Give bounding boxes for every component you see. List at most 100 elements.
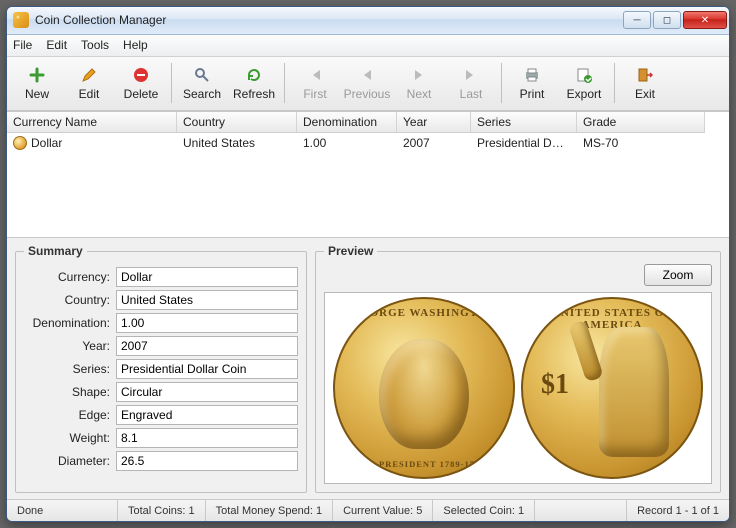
app-window: Coin Collection Manager ─ ◻ ✕ File Edit … <box>6 6 730 522</box>
cell-country: United States <box>177 133 297 153</box>
status-done: Done <box>7 500 117 521</box>
preview-panel: Preview Zoom GEORGE WASHINGTON 1st PRESI… <box>315 244 721 493</box>
zoom-button[interactable]: Zoom <box>644 264 712 286</box>
status-record: Record 1 - 1 of 1 <box>626 500 729 521</box>
status-total-coins: Total Coins: 1 <box>117 500 205 521</box>
menu-help[interactable]: Help <box>123 38 148 52</box>
menubar: File Edit Tools Help <box>7 35 729 57</box>
last-button[interactable]: Last <box>445 59 497 107</box>
next-button[interactable]: Next <box>393 59 445 107</box>
reverse-denomination: $1 <box>541 369 569 401</box>
col-country[interactable]: Country <box>177 112 297 133</box>
obverse-text-top: GEORGE WASHINGTON <box>335 307 513 319</box>
field-year[interactable] <box>116 336 298 356</box>
summary-legend: Summary <box>24 244 87 258</box>
delete-button[interactable]: Delete <box>115 59 167 107</box>
col-year[interactable]: Year <box>397 112 471 133</box>
menu-tools[interactable]: Tools <box>81 38 109 52</box>
exit-button[interactable]: Exit <box>619 59 671 107</box>
col-series[interactable]: Series <box>471 112 577 133</box>
label-year: Year: <box>24 339 116 353</box>
field-country[interactable] <box>116 290 298 310</box>
liberty-relief <box>599 327 669 457</box>
new-button[interactable]: New <box>11 59 63 107</box>
coin-reverse: UNITED STATES OF AMERICA $1 <box>521 297 703 479</box>
print-icon <box>522 65 542 85</box>
field-shape[interactable] <box>116 382 298 402</box>
field-denomination[interactable] <box>116 313 298 333</box>
summary-panel: Summary Currency: Country: Denomination:… <box>15 244 307 493</box>
label-currency: Currency: <box>24 270 116 284</box>
print-button[interactable]: Print <box>506 59 558 107</box>
menu-file[interactable]: File <box>13 38 32 52</box>
label-diameter: Diameter: <box>24 454 116 468</box>
statusbar: Done Total Coins: 1 Total Money Spend: 1… <box>7 499 729 521</box>
field-weight[interactable] <box>116 428 298 448</box>
grid-header: Currency Name Country Denomination Year … <box>7 112 729 133</box>
field-diameter[interactable] <box>116 451 298 471</box>
maximize-button[interactable]: ◻ <box>653 11 681 29</box>
previous-button[interactable]: Previous <box>341 59 393 107</box>
first-icon <box>305 65 325 85</box>
titlebar[interactable]: Coin Collection Manager ─ ◻ ✕ <box>7 7 729 35</box>
search-icon <box>192 65 212 85</box>
label-edge: Edge: <box>24 408 116 422</box>
export-button[interactable]: Export <box>558 59 610 107</box>
col-denomination[interactable]: Denomination <box>297 112 397 133</box>
delete-label: Delete <box>124 87 159 101</box>
col-grade[interactable]: Grade <box>577 112 705 133</box>
exit-label: Exit <box>635 87 655 101</box>
data-grid[interactable]: Currency Name Country Denomination Year … <box>7 111 729 238</box>
label-country: Country: <box>24 293 116 307</box>
label-shape: Shape: <box>24 385 116 399</box>
export-icon <box>574 65 594 85</box>
field-edge[interactable] <box>116 405 298 425</box>
cell-currency-name-text: Dollar <box>31 136 62 150</box>
next-label: Next <box>407 87 432 101</box>
coin-image-area: GEORGE WASHINGTON 1st PRESIDENT 1789-179… <box>324 292 712 484</box>
delete-icon <box>131 65 151 85</box>
print-label: Print <box>520 87 545 101</box>
toolbar-separator <box>501 63 502 103</box>
menu-edit[interactable]: Edit <box>46 38 67 52</box>
cell-year: 2007 <box>397 133 471 153</box>
pencil-icon <box>79 65 99 85</box>
first-button[interactable]: First <box>289 59 341 107</box>
plus-icon <box>27 65 47 85</box>
next-icon <box>409 65 429 85</box>
search-label: Search <box>183 87 221 101</box>
cell-grade: MS-70 <box>577 133 705 153</box>
app-icon <box>13 12 29 28</box>
new-label: New <box>25 87 49 101</box>
cell-denomination: 1.00 <box>297 133 397 153</box>
obverse-text-bottom: 1st PRESIDENT 1789-1797 <box>335 459 513 469</box>
toolbar-separator <box>614 63 615 103</box>
status-current-value: Current Value: 5 <box>332 500 432 521</box>
refresh-button[interactable]: Refresh <box>228 59 280 107</box>
preview-legend: Preview <box>324 244 377 258</box>
search-button[interactable]: Search <box>176 59 228 107</box>
panels: Summary Currency: Country: Denomination:… <box>7 238 729 499</box>
label-denomination: Denomination: <box>24 316 116 330</box>
status-selected: Selected Coin: 1 <box>432 500 534 521</box>
previous-label: Previous <box>344 87 391 101</box>
field-currency[interactable] <box>116 267 298 287</box>
label-series: Series: <box>24 362 116 376</box>
col-currency-name[interactable]: Currency Name <box>7 112 177 133</box>
edit-button[interactable]: Edit <box>63 59 115 107</box>
last-label: Last <box>460 87 483 101</box>
label-weight: Weight: <box>24 431 116 445</box>
export-label: Export <box>567 87 602 101</box>
edit-label: Edit <box>79 87 100 101</box>
reverse-text-top: UNITED STATES OF AMERICA <box>523 307 701 331</box>
status-spacer <box>534 500 626 521</box>
coin-obverse: GEORGE WASHINGTON 1st PRESIDENT 1789-179… <box>333 297 515 479</box>
window-title: Coin Collection Manager <box>35 13 623 27</box>
minimize-button[interactable]: ─ <box>623 11 651 29</box>
table-row[interactable]: Dollar United States 1.00 2007 President… <box>7 133 729 153</box>
refresh-label: Refresh <box>233 87 275 101</box>
portrait-relief <box>379 339 469 449</box>
field-series[interactable] <box>116 359 298 379</box>
previous-icon <box>357 65 377 85</box>
close-button[interactable]: ✕ <box>683 11 727 29</box>
